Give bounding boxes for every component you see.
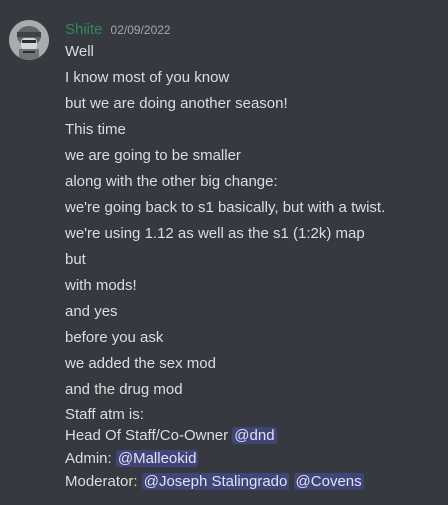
staff-role-label: Admin: xyxy=(65,450,112,467)
message-timestamp[interactable]: 02/09/2022 xyxy=(111,23,171,37)
staff-role-label: Head Of Staff/Co-Owner xyxy=(65,427,229,444)
soldier-avatar-icon xyxy=(9,20,49,60)
message-line: but xyxy=(65,251,86,268)
user-mention[interactable]: @Covens xyxy=(293,473,364,490)
author-username[interactable]: Shiite xyxy=(65,21,103,38)
message-line: we are going to be smaller xyxy=(65,147,241,164)
user-mention[interactable]: @Joseph Stalingrado xyxy=(141,473,290,490)
message-line: we added the sex mod xyxy=(65,355,216,372)
message-line: along with the other big change: xyxy=(65,173,278,190)
message-line: Well xyxy=(65,43,94,60)
staff-row-moderator: Moderator: @Joseph Stalingrado @Covens xyxy=(65,472,364,492)
message-line: we're using 1.12 as well as the s1 (1:2k… xyxy=(65,225,365,242)
message-line: This time xyxy=(65,121,126,138)
user-avatar[interactable] xyxy=(9,20,49,60)
user-mention[interactable]: @dnd xyxy=(232,427,277,444)
message-line: and the drug mod xyxy=(65,381,183,398)
message-line: but we are doing another season! xyxy=(65,95,288,112)
message-line: with mods! xyxy=(65,277,137,294)
user-mention[interactable]: @Malleokid xyxy=(115,450,199,467)
message-line: and yes xyxy=(65,303,118,320)
message-line: we're going back to s1 basically, but wi… xyxy=(65,199,386,216)
chat-message: Shiite 02/09/2022 Well I know most of yo… xyxy=(0,0,448,505)
message-line: I know most of you know xyxy=(65,69,230,86)
staff-row-head: Head Of Staff/Co-Owner @dnd xyxy=(65,426,277,446)
staff-row-admin: Admin: @Malleokid xyxy=(65,449,199,469)
staff-heading: Staff atm is: xyxy=(65,406,144,423)
staff-role-label: Moderator: xyxy=(65,473,138,490)
message-header: Shiite 02/09/2022 xyxy=(65,21,171,41)
message-line: before you ask xyxy=(65,329,164,346)
